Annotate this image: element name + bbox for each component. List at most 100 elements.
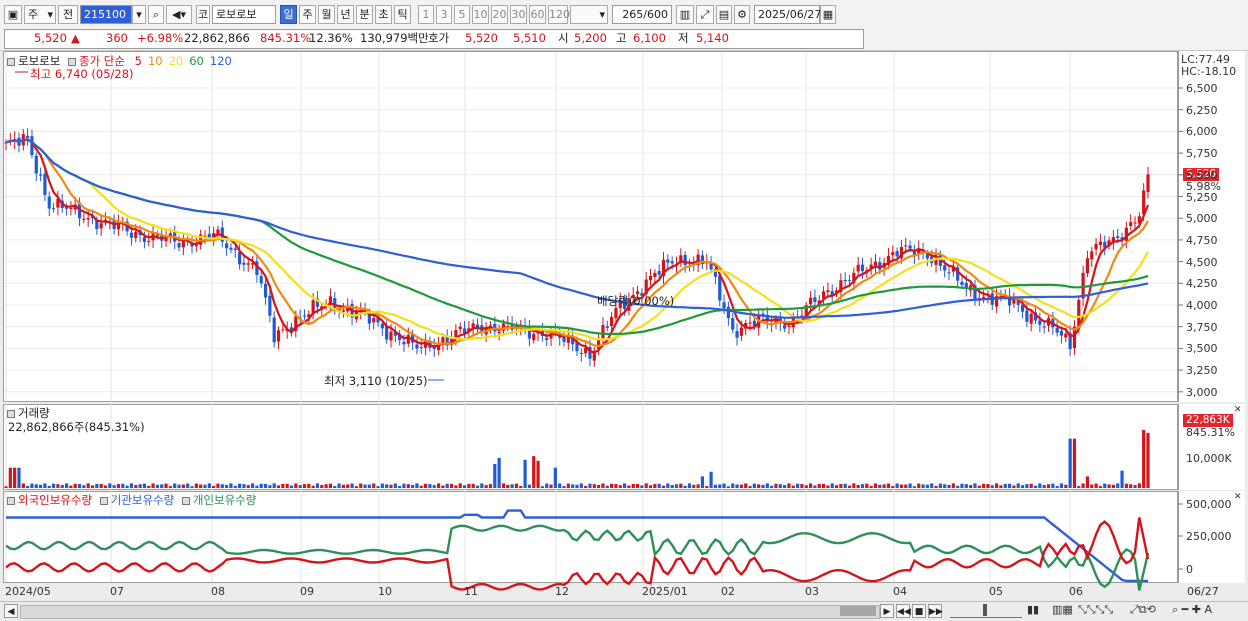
bottom-controls: ◀ ▶ ◀◀ ■ ▶▶ ▮▮ ▥▦ ⤡⤡⤡⤡ ⤢⧉⟲ ⌕ ━ ✚ A (0, 601, 1248, 620)
volume-bar (103, 485, 108, 488)
volume-bar (826, 485, 830, 488)
volume-bar (359, 483, 363, 488)
price-tick-9: 4,250 (1186, 277, 1218, 291)
volume-bar (1029, 483, 1033, 488)
scroll-left-icon[interactable]: ◀ (4, 604, 18, 618)
volume-bar (436, 483, 441, 488)
volume-bar (731, 483, 735, 488)
volume-bar (134, 484, 138, 488)
volume-bar (908, 483, 912, 488)
volume-bar (622, 483, 627, 488)
panel-box-icon (99, 496, 108, 505)
layout-icon[interactable]: ▥▦ (1052, 603, 1073, 616)
candle-body (610, 316, 614, 326)
volume-bar (493, 463, 497, 488)
volume-bar (973, 483, 977, 488)
volume-bar (13, 467, 17, 488)
candle-body (722, 302, 726, 309)
volume-bar (1064, 484, 1068, 488)
panel-box-icon (181, 496, 190, 505)
volume-bar (886, 483, 891, 488)
zoom-icon[interactable]: ⌕ ━ ✚ A (1172, 603, 1212, 617)
volume-bar (1133, 484, 1137, 488)
high-annotation: 최고 6,740 (05/28) (30, 67, 134, 81)
holdings-line-individual (5, 524, 1150, 591)
candle-body (718, 275, 722, 301)
volume-bar (1129, 484, 1133, 488)
volume-bar (783, 485, 787, 488)
fast-forward-icon[interactable]: ▶▶ (928, 604, 943, 618)
candle-body (873, 261, 878, 266)
volume-bar (402, 483, 406, 488)
volume-bar (657, 483, 661, 488)
ma-legend-0: 5 (134, 54, 142, 68)
volume-bar (925, 484, 929, 488)
volume-bar (774, 483, 778, 488)
volume-bar (765, 483, 769, 488)
volume-bar (545, 483, 549, 488)
candle-body (47, 196, 51, 209)
volume-bar (129, 483, 134, 488)
close-icon[interactable]: ✕ (1234, 405, 1242, 415)
volume-bar (428, 484, 432, 488)
candle-body (385, 326, 389, 340)
volume-bar (177, 484, 181, 488)
volume-bar (1003, 483, 1007, 488)
volume-bar (770, 485, 774, 488)
x-axis-label-3: 09 (300, 585, 314, 598)
candle-body (808, 297, 813, 305)
hc-value: HC:-18.10 (1181, 65, 1237, 78)
volume-bar (406, 484, 410, 488)
volume-bar (398, 485, 402, 488)
stop-icon[interactable]: ■ (912, 604, 926, 618)
scrollbar-thumb[interactable] (840, 606, 876, 616)
candle-body (259, 276, 263, 284)
candle-body (181, 240, 185, 248)
volume-bar (56, 484, 60, 488)
volume-bar (64, 483, 69, 488)
volume-bar (1068, 438, 1072, 488)
stock-chart-window: ▣ 주 ▾ 전 215100 ▾ ⌕ ◀▾ 코 로보로보 일주월년분초틱 1351… (0, 0, 1248, 621)
tools-icon[interactable]: ⤢⧉⟲ (1130, 603, 1156, 617)
volume-bar (839, 484, 843, 488)
candle-body (904, 245, 908, 247)
volume-bar (653, 484, 657, 488)
zoom-slider-handle[interactable] (983, 604, 987, 616)
candle-body (657, 271, 661, 275)
draw-line-icon[interactable]: ⤡⤡⤡⤡ (1078, 603, 1113, 617)
volume-bar (125, 485, 129, 488)
chart-canvas[interactable] (0, 0, 1248, 621)
close-icon[interactable]: ✕ (1234, 492, 1242, 502)
x-axis-label-12: 06 (1069, 585, 1083, 598)
rewind-icon[interactable]: ◀◀ (896, 604, 911, 618)
volume-bar (458, 483, 462, 488)
volume-bar (233, 485, 237, 488)
volume-bar (882, 484, 886, 488)
volume-bar (138, 484, 142, 488)
ma-line-5 (5, 138, 1150, 354)
volume-percent-tag: 845.31% (1186, 426, 1235, 439)
candle-body (415, 344, 419, 349)
volume-bar (1137, 483, 1141, 488)
scroll-right-icon[interactable]: ▶ (880, 604, 894, 618)
volume-bar (930, 483, 934, 488)
toggle-view-icon[interactable]: ▮▮ (1027, 603, 1039, 616)
volume-bar (250, 483, 255, 488)
volume-bar (648, 485, 653, 488)
dividend-annotation: 배당락(0.00%) (597, 294, 675, 308)
volume-bar (73, 483, 77, 488)
volume-bar (467, 483, 471, 488)
volume-bar (670, 485, 674, 488)
volume-bar (540, 486, 544, 488)
volume-bar (333, 485, 337, 488)
volume-bar (683, 485, 687, 488)
volume-bar (990, 485, 994, 488)
candle-body (726, 306, 731, 319)
volume-bar (324, 484, 328, 488)
volume-bar (1094, 483, 1098, 488)
candle-body (99, 223, 103, 229)
candle-body (843, 279, 847, 282)
volume-bar (579, 483, 583, 488)
volume-bar (947, 484, 951, 488)
scrollbar-track[interactable] (20, 605, 880, 619)
